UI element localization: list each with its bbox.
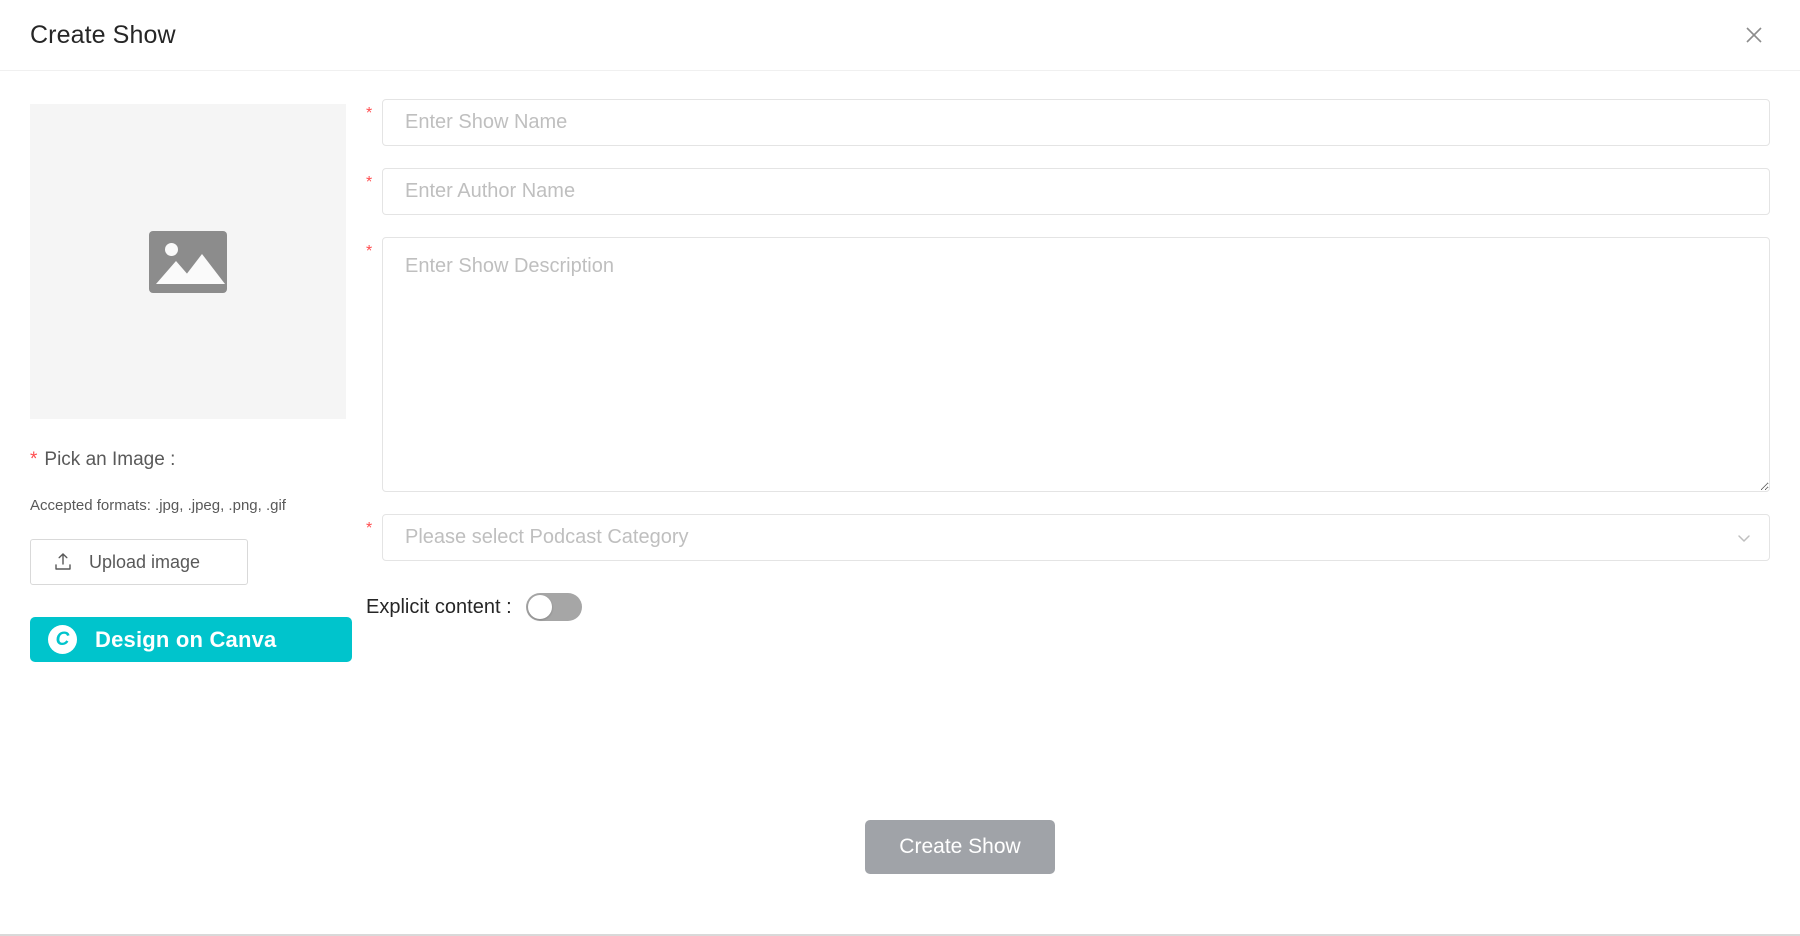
form-panel: * * * * Please select Podcast Category <box>350 99 1770 631</box>
explicit-content-label: Explicit content : <box>366 596 512 619</box>
close-icon[interactable] <box>1732 13 1776 57</box>
show-name-input[interactable] <box>382 99 1770 146</box>
explicit-content-toggle[interactable] <box>526 593 582 621</box>
category-row: * Please select Podcast Category <box>366 514 1770 561</box>
page-title: Create Show <box>30 21 176 50</box>
close-icon-svg <box>1743 24 1765 46</box>
accepted-formats-text: Accepted formats: .jpg, .jpeg, .png, .gi… <box>30 497 350 514</box>
create-show-submit-button[interactable]: Create Show <box>865 820 1054 874</box>
required-asterisk-description: * <box>366 237 382 263</box>
upload-image-button[interactable]: Upload image <box>30 539 248 585</box>
show-description-textarea[interactable] <box>382 237 1770 492</box>
author-name-row: * <box>366 168 1770 215</box>
design-on-canva-button[interactable]: C Design on Canva <box>30 617 352 662</box>
upload-icon-svg <box>53 552 73 572</box>
description-row: * <box>366 237 1770 492</box>
design-on-canva-label: Design on Canva <box>95 627 276 653</box>
podcast-category-select[interactable]: Please select Podcast Category <box>382 514 1770 561</box>
upload-image-button-label: Upload image <box>89 552 200 573</box>
upload-icon <box>53 552 73 572</box>
modal-header: Create Show <box>0 0 1800 71</box>
toggle-knob <box>528 595 552 619</box>
image-preview-placeholder[interactable] <box>30 104 346 419</box>
image-panel: * Pick an Image : Accepted formats: .jpg… <box>30 99 350 662</box>
pick-image-label-row: * Pick an Image : <box>30 449 350 471</box>
show-name-row: * <box>366 99 1770 146</box>
image-icon-mountain-large <box>179 254 225 284</box>
author-name-input[interactable] <box>382 168 1770 215</box>
podcast-category-select-wrapper[interactable]: Please select Podcast Category <box>382 514 1770 561</box>
create-show-modal: Create Show * Pick an Image : Acc <box>0 0 1800 936</box>
required-asterisk-show-name: * <box>366 99 382 125</box>
pick-image-label: Pick an Image : <box>44 449 175 471</box>
image-icon-sun <box>165 243 178 256</box>
modal-body: * Pick an Image : Accepted formats: .jpg… <box>0 71 1800 802</box>
required-asterisk-author-name: * <box>366 168 382 194</box>
required-asterisk-image: * <box>30 450 37 469</box>
required-asterisk-category: * <box>366 514 382 540</box>
explicit-content-row: Explicit content : <box>366 593 1770 621</box>
image-placeholder-icon <box>149 231 227 293</box>
modal-footer: Create Show <box>0 802 1800 934</box>
canva-logo-icon: C <box>48 625 77 654</box>
